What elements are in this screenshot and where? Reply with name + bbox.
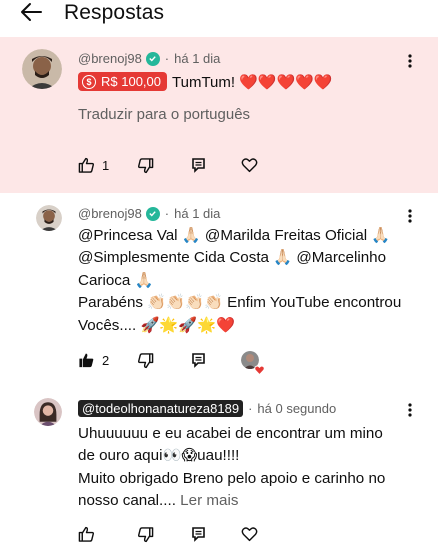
reply-button[interactable] bbox=[192, 353, 205, 368]
more-vert-icon bbox=[408, 209, 412, 223]
heart-outline-icon bbox=[241, 158, 258, 173]
page-title: Respostas bbox=[64, 1, 165, 24]
comment-meta: @todeolhonanatureza8189 · há 0 segundo bbox=[78, 400, 336, 417]
more-options-button[interactable] bbox=[404, 207, 416, 225]
more-options-button[interactable] bbox=[404, 52, 416, 70]
super-thanks-badge: $ R$ 100,00 bbox=[78, 72, 167, 91]
heart-button[interactable] bbox=[241, 157, 258, 173]
avatar[interactable] bbox=[34, 398, 62, 426]
like-button[interactable] bbox=[78, 526, 95, 542]
verified-icon bbox=[145, 51, 160, 66]
reply-button[interactable] bbox=[192, 527, 205, 542]
author-name[interactable]: @brenoj98 bbox=[78, 51, 142, 66]
app-header: Respostas bbox=[0, 0, 438, 32]
more-vert-icon bbox=[408, 403, 412, 417]
like-button[interactable]: 1 bbox=[78, 157, 109, 173]
comment-time: há 1 dia bbox=[174, 206, 221, 221]
heart-outline-icon bbox=[241, 527, 258, 542]
comment-icon bbox=[192, 353, 205, 368]
dislike-button[interactable] bbox=[137, 353, 154, 369]
thumbs-down-icon bbox=[137, 527, 154, 543]
avatar[interactable] bbox=[22, 49, 62, 89]
more-options-button[interactable] bbox=[404, 401, 416, 419]
heart-button[interactable] bbox=[241, 526, 258, 542]
avatar[interactable] bbox=[36, 205, 62, 231]
more-vert-icon bbox=[408, 54, 412, 68]
thumbs-up-icon bbox=[78, 157, 95, 173]
thumbs-down-icon bbox=[137, 353, 154, 369]
dislike-button[interactable] bbox=[137, 158, 154, 174]
comment-icon bbox=[192, 527, 205, 542]
author-name[interactable]: @todeolhonanatureza8189 bbox=[78, 400, 244, 417]
super-thanks: $ R$ 100,00 TumTum! ❤️❤️❤️❤️❤️ bbox=[78, 72, 333, 91]
arrow-left-icon bbox=[21, 3, 42, 21]
thumbs-down-icon bbox=[137, 158, 154, 174]
comment-meta: @brenoj98 · há 1 dia bbox=[78, 206, 221, 221]
comment-text: @Princesa Val 🙏🏻 @Marilda Freitas Oficia… bbox=[78, 227, 402, 334]
comment-text: TumTum! ❤️❤️❤️❤️❤️ bbox=[172, 73, 333, 91]
thumbs-up-filled-icon bbox=[79, 353, 94, 368]
heart-filled-icon bbox=[254, 365, 265, 375]
creator-heart[interactable] bbox=[241, 351, 265, 375]
like-count: 2 bbox=[102, 352, 110, 368]
comment-text: Uhuuuuuu e eu acabei de encontrar um min… bbox=[78, 425, 386, 510]
thumbs-up-icon bbox=[78, 526, 95, 542]
comment-time: há 0 segundo bbox=[257, 401, 337, 416]
comment-icon bbox=[192, 158, 205, 173]
back-button[interactable] bbox=[18, 0, 44, 24]
verified-icon bbox=[145, 206, 160, 221]
translate-link[interactable]: Traduzir para o português bbox=[78, 106, 250, 123]
comment-time: há 1 dia bbox=[174, 51, 221, 66]
author-name[interactable]: @brenoj98 bbox=[78, 206, 142, 221]
reply-button[interactable] bbox=[192, 158, 205, 173]
read-more-link[interactable]: Ler mais bbox=[180, 492, 238, 509]
like-count: 1 bbox=[102, 157, 110, 173]
dislike-button[interactable] bbox=[137, 527, 154, 543]
comment-meta: @brenoj98 · há 1 dia bbox=[78, 51, 221, 66]
like-button[interactable]: 2 bbox=[78, 352, 109, 368]
super-thanks-icon: $ bbox=[82, 74, 96, 89]
